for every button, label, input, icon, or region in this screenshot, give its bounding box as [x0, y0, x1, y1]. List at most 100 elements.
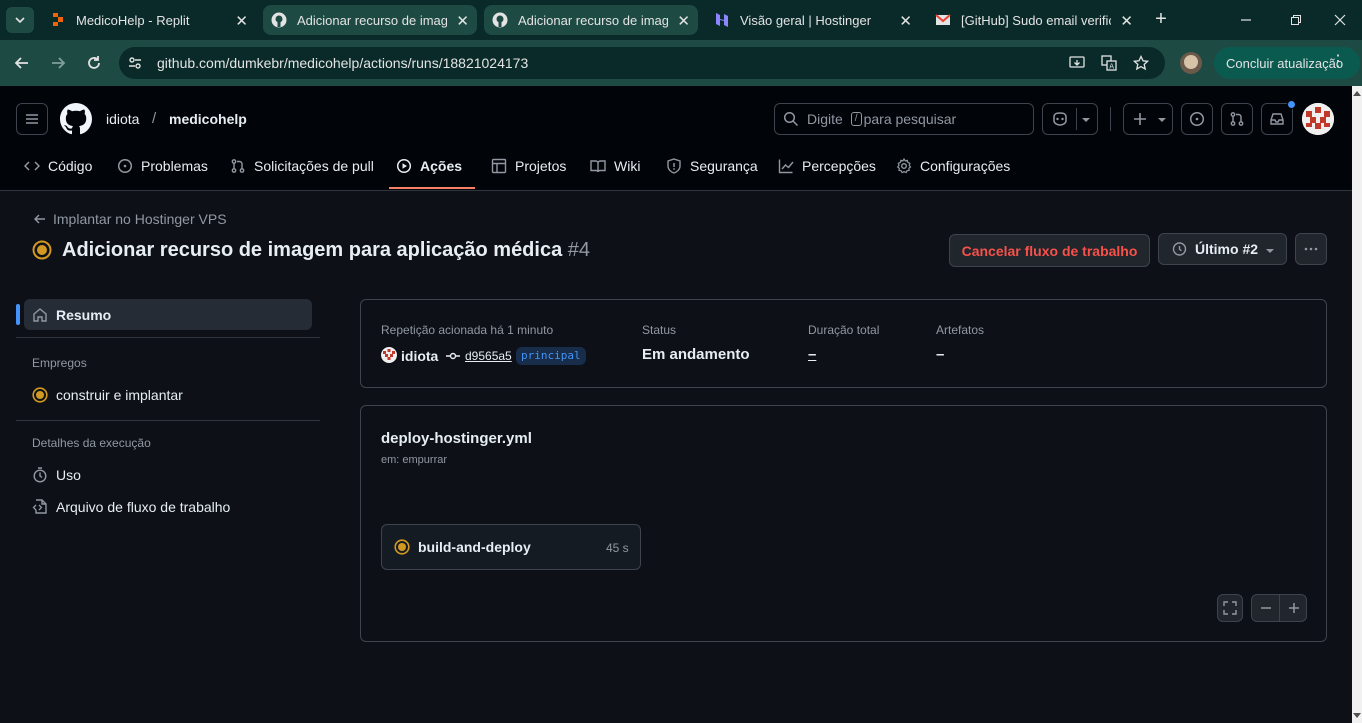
browser-tab-github-2[interactable]: Adicionar recurso de imagem ✕ [484, 5, 698, 35]
tab-label: Problemas [141, 158, 208, 174]
attempt-select[interactable]: Último #2 [1158, 233, 1287, 265]
github-header [0, 86, 1352, 191]
sidebar-summary[interactable]: Resumo [32, 307, 111, 323]
browser-tab-github-1[interactable]: Adicionar recurso de imagem ✕ [263, 5, 477, 35]
sidebar-job-build[interactable]: construir e implantar [32, 387, 183, 403]
update-label: Concluir atualização [1226, 55, 1344, 71]
tab-projects[interactable]: Projetos [491, 158, 566, 174]
duration-label: Duração total [808, 323, 880, 337]
sidebar-workflow-file[interactable]: Arquivo de fluxo de trabalho [32, 499, 230, 515]
create-new-button[interactable] [1123, 103, 1173, 135]
close-icon[interactable]: ✕ [456, 12, 469, 30]
table-icon [491, 158, 507, 174]
tab-insights[interactable]: Percepções [778, 158, 876, 174]
pull-request-icon [1230, 112, 1244, 126]
tab-pull-requests[interactable]: Solicitações de pull [230, 158, 374, 174]
commit-sha[interactable]: d9565a5 [465, 349, 512, 363]
install-app-icon[interactable] [1069, 55, 1085, 71]
hamburger-icon [26, 114, 38, 124]
tab-label: Código [48, 158, 93, 174]
translate-icon[interactable]: A [1101, 55, 1117, 71]
scroll-down-arrow[interactable] [1353, 713, 1361, 718]
more-vert-icon: ⋮ [1330, 53, 1346, 70]
new-tab-button[interactable]: + [1150, 8, 1172, 30]
sidebar-item-label: Resumo [56, 307, 112, 323]
notification-dot [1287, 100, 1296, 109]
back-link[interactable]: Implantar no Hostinger VPS [33, 211, 227, 227]
zoom-in-button[interactable] [1280, 595, 1308, 621]
url-text[interactable]: github.com/dumkebr/medicohelp/actions/ru… [157, 55, 528, 71]
tab-label: Solicitações de pull [254, 158, 374, 174]
repo-owner[interactable]: idiota [106, 111, 139, 127]
actor-avatar[interactable] [381, 347, 397, 363]
more-options-button[interactable] [1295, 233, 1327, 265]
tab-code[interactable]: Código [24, 158, 92, 174]
sidebar-usage[interactable]: Uso [32, 467, 81, 483]
github-logo-icon[interactable] [60, 103, 92, 135]
search-input[interactable]: Digite / para pesquisar [774, 103, 1034, 135]
tab-list-button[interactable] [6, 7, 34, 33]
close-icon[interactable]: ✕ [235, 12, 248, 30]
divider [16, 420, 320, 421]
tab-actions[interactable]: Ações [396, 158, 462, 174]
arrow-left-icon [14, 57, 28, 69]
tab-label: Projetos [515, 158, 567, 174]
tab-label: Segurança [690, 158, 758, 174]
bookmark-star-icon[interactable] [1133, 55, 1149, 71]
browser-tab-hostinger[interactable]: Visão geral | Hostinger ✕ [706, 5, 920, 35]
screen-full-icon [1223, 601, 1237, 615]
browser-tab-bar: MedicoHelp - Replit ✕ Adicionar recurso … [0, 0, 1362, 40]
file-code-icon [32, 499, 47, 514]
tab-issues[interactable]: Problemas [117, 158, 208, 174]
workflow-file-name[interactable]: deploy-hostinger.yml [381, 430, 532, 447]
browser-tab-gmail[interactable]: [GitHub] Sudo email verification ✕ [927, 5, 1141, 35]
tab-title: Visão geral | Hostinger [740, 12, 872, 28]
divider [16, 337, 320, 338]
branch-badge[interactable]: principal [516, 347, 586, 365]
tab-wiki[interactable]: Wiki [590, 158, 640, 174]
reload-button[interactable] [82, 51, 106, 75]
tab-title: [GitHub] Sudo email verification [961, 12, 1111, 28]
tab-settings[interactable]: Configurações [896, 158, 1010, 174]
chevron-down-icon [1266, 249, 1274, 253]
copilot-icon [1053, 112, 1067, 126]
inbox-button[interactable] [1261, 100, 1296, 135]
reload-icon [88, 56, 100, 69]
forward-button[interactable] [46, 51, 70, 75]
back-button[interactable] [10, 51, 34, 75]
identicon-icon [1302, 103, 1334, 135]
close-icon [1334, 14, 1346, 26]
browser-tab-replit[interactable]: MedicoHelp - Replit ✕ [42, 5, 256, 35]
commit-icon [446, 352, 460, 360]
user-avatar[interactable] [1302, 103, 1334, 135]
menu-button[interactable] [16, 103, 48, 135]
scroll-up-arrow[interactable] [1353, 91, 1361, 96]
close-window-button[interactable] [1328, 8, 1352, 32]
update-button[interactable]: Concluir atualização ⋮ [1214, 47, 1360, 79]
maximize-button[interactable] [1284, 8, 1308, 32]
code-icon [24, 161, 40, 171]
pull-requests-button[interactable] [1221, 103, 1253, 135]
chevron-down-icon [1158, 118, 1166, 122]
fullscreen-button[interactable] [1217, 594, 1243, 622]
zoom-controls [1251, 594, 1307, 622]
minimize-button[interactable] [1234, 8, 1258, 32]
site-info-icon[interactable] [127, 55, 143, 71]
profile-avatar[interactable] [1180, 52, 1202, 74]
search-placeholder-suffix: para pesquisar [863, 111, 957, 127]
close-icon[interactable]: ✕ [677, 12, 690, 30]
repo-name[interactable]: medicohelp [169, 111, 247, 127]
copilot-button[interactable] [1042, 103, 1098, 135]
close-icon[interactable]: ✕ [1120, 12, 1133, 30]
run-summary-card [360, 299, 1327, 388]
identicon-icon [381, 347, 397, 363]
duration-value[interactable]: – [808, 346, 816, 363]
zoom-out-button[interactable] [1252, 595, 1280, 621]
tab-security[interactable]: Segurança [666, 158, 758, 174]
actor-name[interactable]: idiota [401, 348, 438, 364]
in-progress-icon [32, 387, 48, 403]
page-scrollbar[interactable] [1352, 86, 1362, 723]
issues-button[interactable] [1181, 103, 1213, 135]
cancel-workflow-button[interactable]: Cancelar fluxo de trabalho [949, 234, 1150, 267]
close-icon[interactable]: ✕ [899, 12, 912, 30]
